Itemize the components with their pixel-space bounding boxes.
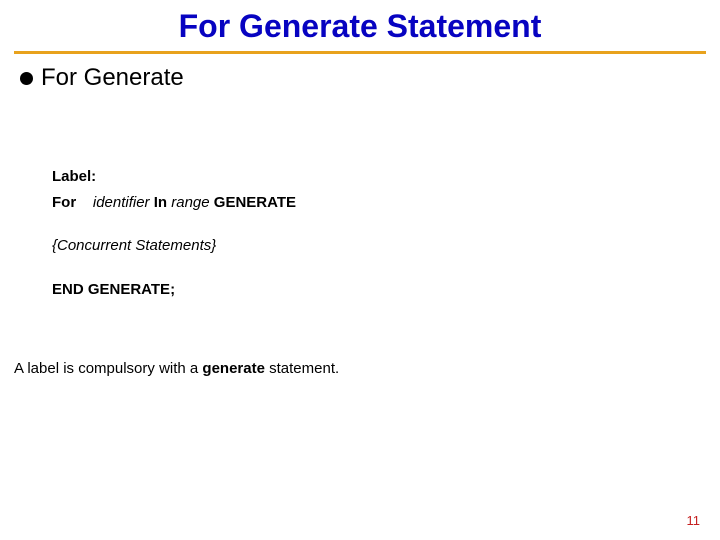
code-spacer-2 — [52, 259, 720, 277]
bullet-row: For Generate — [0, 54, 720, 92]
code-spacer-1 — [52, 215, 720, 233]
code-range: range — [171, 194, 209, 211]
note-line: A label is compulsory with a generate st… — [0, 302, 720, 377]
code-for: For — [52, 194, 76, 211]
page-number: 11 — [687, 513, 701, 528]
slide-title: For Generate Statement — [0, 0, 720, 51]
code-label: Label: — [52, 168, 96, 185]
note-prefix: A label is compulsory with a — [14, 360, 202, 377]
note-keyword: generate — [202, 360, 265, 377]
bullet-icon — [20, 72, 33, 85]
bullet-text: For Generate — [41, 64, 184, 92]
code-line-1: Label: — [52, 164, 720, 190]
code-line-4: END GENERATE; — [52, 277, 720, 303]
code-in: In — [154, 194, 167, 211]
code-identifier: identifier — [93, 194, 150, 211]
code-line-2: For identifier In range GENERATE — [52, 190, 720, 216]
code-block: Label: For identifier In range GENERATE … — [0, 92, 720, 302]
code-generate: GENERATE — [214, 194, 296, 211]
code-line-3: {Concurrent Statements} — [52, 233, 720, 259]
note-suffix: statement. — [265, 360, 339, 377]
